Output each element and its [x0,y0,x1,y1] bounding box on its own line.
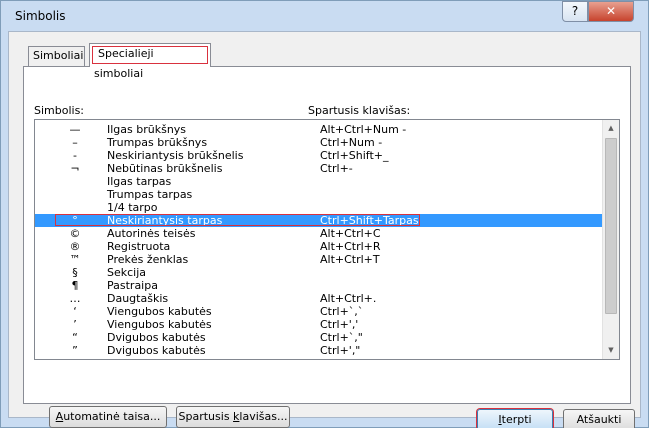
symbol-name: Trumpas tarpas [107,188,193,201]
symbol-name: Viengubos kabutės [107,318,212,331]
symbol-name: Registruota [107,240,171,253]
insert-button[interactable]: Iterpti [477,409,553,428]
column-header-shortcut: Spartusis klavišas: [308,104,411,117]
list-item[interactable]: ™ Prekės ženklas Alt+Ctrl+T [35,253,603,266]
list-item[interactable]: ” Dvigubos kabutės Ctrl+'," [35,344,603,357]
symbol-shortcut: Ctrl+- [320,162,353,175]
cancel-button[interactable]: Atšaukti [563,409,635,428]
symbol-shortcut: Ctrl+'," [320,344,361,357]
title-bar: Simbolis ? ✕ [1,1,648,31]
symbol-name: Dvigubos kabutės [107,331,206,344]
symbol-shortcut: Ctrl+Shift+Tarpas [320,214,419,227]
scroll-up-arrow-icon[interactable]: ▲ [603,120,619,137]
list-item[interactable]: – Trumpas brūkšnys Ctrl+Num - [35,136,603,149]
symbol-shortcut: Ctrl+',' [320,318,359,331]
symbol-glyph: — [69,123,81,136]
list-item[interactable]: 1/4 tarpo [35,201,603,214]
window-title: Simbolis [15,9,66,23]
shortcut-key-button[interactable]: Spartusis klavišas... [176,406,290,428]
symbol-name: Nebūtinas brūkšnelis [107,162,223,175]
symbol-glyph: ® [69,240,81,253]
scroll-thumb[interactable] [605,138,617,314]
symbol-glyph: § [72,266,78,279]
symbol-glyph: ° [72,214,78,227]
symbol-name: Viengubos kabutės [107,305,212,318]
symbol-name: Neskiriantysis tarpas [107,214,223,227]
symbol-glyph: ’ [73,318,77,331]
list-item[interactable]: ‘ Viengubos kabutės Ctrl+`,` [35,305,603,318]
symbol-glyph: – [72,136,78,149]
symbol-shortcut: Alt+Ctrl+T [320,253,380,266]
symbol-name: 1/4 tarpo [107,201,158,214]
symbol-shortcut: Ctrl+Shift+_ [320,149,389,162]
symbol-glyph: ¬ [70,162,80,175]
symbol-name: Ilgas tarpas [107,175,172,188]
vertical-scrollbar[interactable]: ▲ ▼ [602,120,619,359]
symbol-shortcut: Ctrl+`,` [320,305,364,318]
list-item[interactable]: © Autorinės teisės Alt+Ctrl+C [35,227,603,240]
tab-specialieji-simboliai[interactable]: Specialieji simboliai [89,43,211,80]
symbol-glyph: ¶ [71,279,79,292]
dialog-client-area: Simboliai Specialieji simboliai Simbolis… [8,31,641,428]
tab-simboliai-label: Simboliai [33,49,84,62]
list-item[interactable]: - Neskiriantysis brūkšnelis Ctrl+Shift+_ [35,149,603,162]
help-button[interactable]: ? [562,1,588,22]
shortcut-label-rest: lavišas... [239,410,288,423]
symbol-name: Pastraipa [107,279,158,292]
symbol-name: Autorinės teisės [107,227,196,240]
list-item[interactable]: ¶ Pastraipa [35,279,603,292]
symbol-glyph: © [69,227,81,240]
symbol-name: Daugtaškis [107,292,169,305]
symbol-glyph: ‘ [73,305,77,318]
symbol-glyph: ™ [69,253,81,266]
symbol-shortcut: Ctrl+`," [320,331,363,344]
symbol-glyph: - [73,149,77,162]
list-item[interactable]: ’ Viengubos kabutės Ctrl+',' [35,318,603,331]
scroll-down-arrow-icon[interactable]: ▼ [603,342,619,359]
close-button[interactable]: ✕ [588,1,634,22]
insert-label: terpti [501,413,532,426]
list-item[interactable]: § Sekcija [35,266,603,279]
list-item[interactable]: Ilgas tarpas [35,175,603,188]
list-item[interactable]: ¬ Nebūtinas brūkšnelis Ctrl+- [35,162,603,175]
symbol-name: Prekės ženklas [107,253,189,266]
symbol-name: Trumpas brūkšnys [107,136,208,149]
symbol-shortcut: Alt+Ctrl+Num - [320,123,407,136]
tab-panel: Simbolis: Spartusis klavišas: ” Dvigubos … [23,66,631,428]
symbol-glyph: ” [72,344,78,357]
shortcut-label-pre: Spartusis [178,410,234,423]
symbol-name: Dvigubos kabutės [107,344,206,357]
special-characters-list[interactable]: ” Dvigubos kabutės Ctrl+'," “ Dvigubos kabut… [34,119,620,360]
list-item[interactable]: “ Dvigubos kabutės Ctrl+`," [35,331,603,344]
column-header-symbol: Simbolis: [34,104,85,117]
symbol-shortcut: Alt+Ctrl+R [320,240,381,253]
symbol-name: Neskiriantysis brūkšnelis [107,149,244,162]
symbol-shortcut: Alt+Ctrl+. [320,292,377,305]
symbol-glyph: … [69,292,81,305]
list-item[interactable]: ® Registruota Alt+Ctrl+R [35,240,603,253]
list-item[interactable]: … Daugtaškis Alt+Ctrl+. [35,292,603,305]
symbol-name: Sekcija [107,266,147,279]
symbol-glyph: “ [72,331,78,344]
list-item[interactable]: Trumpas tarpas [35,188,603,201]
list-item[interactable]: — Ilgas brūkšnys Alt+Ctrl+Num - [35,123,603,136]
autocorrect-button[interactable]: Automatinė taisa... [49,406,167,428]
list-item[interactable]: ° Neskiriantysis tarpas Ctrl+Shift+Tarpas [35,214,603,227]
symbol-dialog: Simbolis ? ✕ Simboliai Specialieji simbo… [0,0,649,428]
symbol-shortcut: Ctrl+Num - [320,136,383,149]
autocorrect-label: utomatinė taisa... [63,410,161,423]
symbol-name: Ilgas brūkšnys [107,123,187,136]
symbol-shortcut: Alt+Ctrl+C [320,227,381,240]
tab-simboliai[interactable]: Simboliai [28,46,85,66]
